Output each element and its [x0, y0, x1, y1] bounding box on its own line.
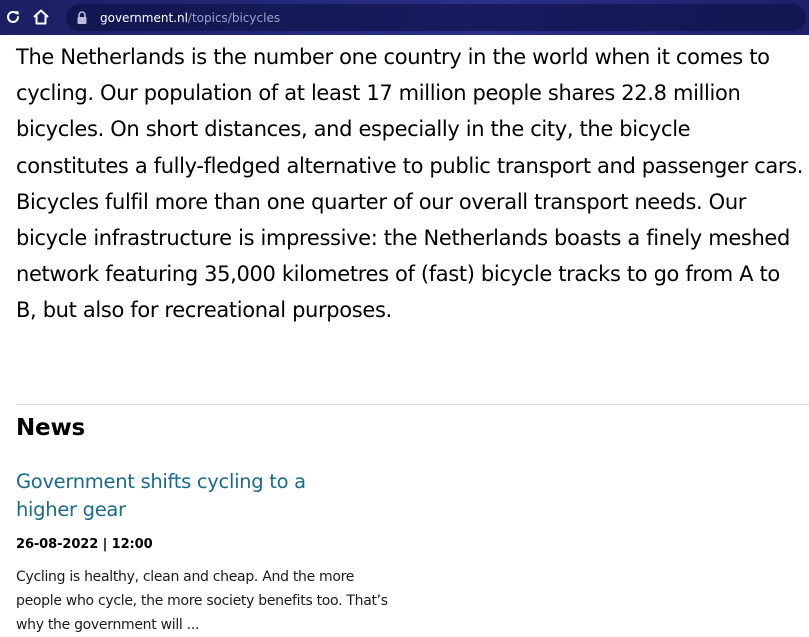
lock-icon: [77, 10, 87, 24]
home-icon: [33, 9, 49, 25]
intro-paragraph: The Netherlands is the number one countr…: [16, 45, 804, 323]
browser-toolbar: government.nl/topics/bicycles: [0, 0, 809, 35]
url-domain: government.nl: [100, 10, 188, 25]
reload-button[interactable]: [2, 6, 24, 28]
section-divider: [16, 404, 809, 405]
url-text: government.nl/topics/bicycles: [100, 11, 280, 25]
news-item-excerpt: Cycling is healthy, clean and cheap. And…: [16, 569, 388, 633]
address-bar[interactable]: government.nl/topics/bicycles: [66, 4, 806, 31]
news-heading: News: [16, 415, 85, 441]
news-item: Government shifts cycling to a higher ge…: [16, 468, 396, 637]
url-path: /topics/bicycles: [187, 10, 281, 25]
reload-icon: [7, 10, 19, 23]
home-button[interactable]: [30, 6, 52, 28]
news-item-date: 26-08-2022 | 12:00: [16, 537, 153, 552]
main-content: The Netherlands is the number one countr…: [16, 39, 806, 329]
news-item-title-link[interactable]: Government shifts cycling to a higher ge…: [16, 468, 336, 524]
